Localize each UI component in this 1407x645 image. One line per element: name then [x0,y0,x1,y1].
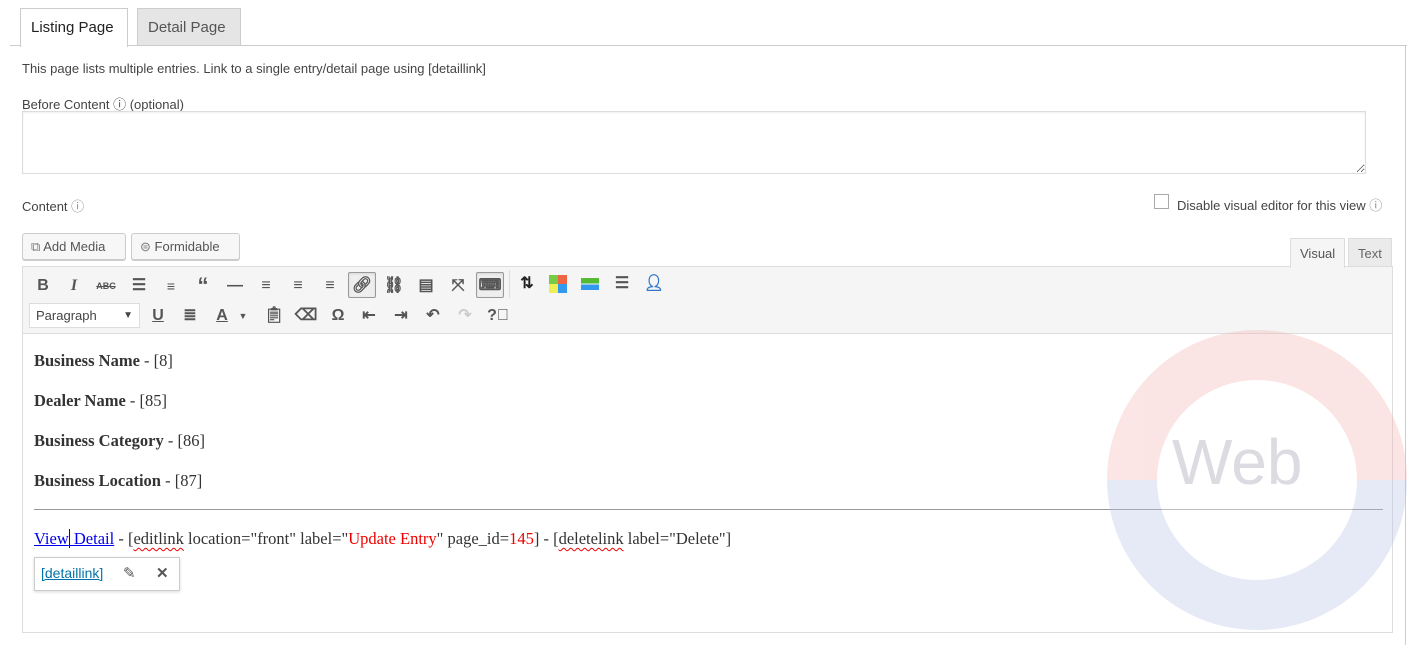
tab-text[interactable]: Text [1348,238,1392,267]
help-icon[interactable]: ?⃝ [484,303,512,329]
disable-visual-checkbox[interactable] [1154,194,1169,209]
content-line: Business Category - [86] [34,431,205,451]
link-text: Detail [68,529,115,548]
text: Update Entry [348,529,437,548]
content-line: Dealer Name - [85] [34,391,167,411]
disable-visual-label[interactable]: Disable visual editor for this view ⓘ [1177,195,1382,214]
align-left-icon[interactable]: ≡ [252,273,280,299]
editlink-word: editlink [133,529,184,548]
popup-link-url[interactable]: [detaillink] [41,565,103,581]
button-label: Add Media [43,239,106,254]
field-label: Business Name [34,351,140,370]
edit-pencil-icon[interactable]: ✎ [123,564,136,582]
read-more-icon[interactable]: ▤ [412,273,440,299]
list-icon[interactable]: ☰ [608,271,636,297]
page-description: This page lists multiple entries. Link t… [22,61,486,76]
content-line-links: View Detail - [editlink location="front"… [34,529,731,549]
fullscreen-icon[interactable]: ⤧ [444,273,472,299]
chevron-down-icon: ▼ [123,310,133,321]
deletelink-word: deletelink [558,529,624,548]
label-text: Before Content [22,97,110,112]
sort-icon[interactable]: ⇅ [513,271,541,297]
content-line: Business Name - [8] [34,351,173,371]
text-color-icon[interactable]: A [208,303,236,329]
text: location="front" label=" [183,529,349,548]
align-right-icon[interactable]: ≡ [316,273,344,299]
redo-icon: ↷ [458,307,472,324]
text: 145 [509,529,534,548]
content-label: Content ⓘ [22,196,84,215]
bars-icon[interactable] [576,271,604,297]
justify-icon[interactable]: ≣ [176,303,204,329]
align-center-icon[interactable]: ≡ [284,273,312,299]
paste-text-icon[interactable]: 📋︎ [260,303,288,329]
strikethrough-icon[interactable]: ABC [92,273,120,299]
content-line: Business Location - [87] [34,471,202,491]
field-label: Business Category [34,431,164,450]
indent-icon[interactable]: ⇥ [387,303,415,329]
separator [509,270,510,298]
formidable-button[interactable]: ⊜ Formidable [131,233,240,260]
link-icon[interactable]: 🔗︎ [348,272,376,298]
italic-icon[interactable]: I [60,273,88,299]
close-icon[interactable]: ✕ [156,564,169,582]
view-detail-link[interactable]: View Detail [34,529,115,548]
link-text: View [34,529,69,548]
toolbar-toggle-icon[interactable]: ⌨ [476,272,504,298]
horizontal-line-icon[interactable]: — [221,273,249,299]
underline-icon[interactable]: U [144,303,172,329]
omega-icon[interactable]: Ω [324,303,352,329]
tab-listing-page[interactable]: Listing Page [20,8,128,47]
blockquote-icon[interactable]: “ [189,273,217,299]
numbered-list-icon[interactable]: ≡ [157,273,185,299]
optional-text: (optional) [129,97,184,112]
panel-border [1405,45,1406,645]
formidable-icon: ⊜ [140,239,151,254]
undo-icon[interactable]: ↶ [419,303,447,329]
eraser-icon[interactable]: ⌫ [292,303,320,329]
tab-divider [10,45,1407,46]
format-select[interactable]: Paragraph ▼ [29,303,140,328]
text: label="Delete"] [623,529,732,548]
user-icon[interactable]: 👤︎ [640,271,668,297]
link-popup: [detaillink] ✎ ✕ [34,557,180,591]
label-text: Content [22,199,68,214]
chevron-down-icon[interactable]: ▼ [235,303,251,329]
label-text: Disable visual editor for this view [1177,198,1366,213]
info-icon[interactable]: ⓘ [113,97,126,112]
watermark-logo: Web [1107,330,1407,630]
field-label: Dealer Name [34,391,126,410]
unlink-icon[interactable]: ⛓ [380,273,408,299]
field-shortcode: - [87] [161,471,203,490]
outdent-icon[interactable]: ⇤ [355,303,383,329]
media-icon: ⧉ [31,239,41,254]
bold-icon[interactable]: B [29,273,57,299]
field-shortcode: - [86] [163,431,205,450]
blocks-icon[interactable] [544,271,572,297]
button-label: Formidable [154,239,220,254]
text: - [ [114,529,134,548]
text: " page_id= [436,529,510,548]
info-icon[interactable]: ⓘ [1369,198,1382,213]
before-content-input[interactable] [22,111,1366,174]
field-shortcode: - [8] [139,351,173,370]
select-value: Paragraph [36,308,97,323]
text: ] - [ [533,529,559,548]
add-media-button[interactable]: ⧉ Add Media [22,233,126,260]
info-icon[interactable]: ⓘ [71,199,84,214]
editor-toolbar: B I ABC ☰ ≡ “ — ≡ ≡ ≡ 🔗︎ ⛓ ▤ ⤧ ⌨ ⇅ ☰ 👤︎ … [22,266,1393,334]
bullet-list-icon[interactable]: ☰ [125,273,153,299]
field-label: Business Location [34,471,161,490]
tab-detail-page[interactable]: Detail Page [137,8,241,46]
tab-visual[interactable]: Visual [1290,238,1346,268]
field-shortcode: - [85] [125,391,168,410]
